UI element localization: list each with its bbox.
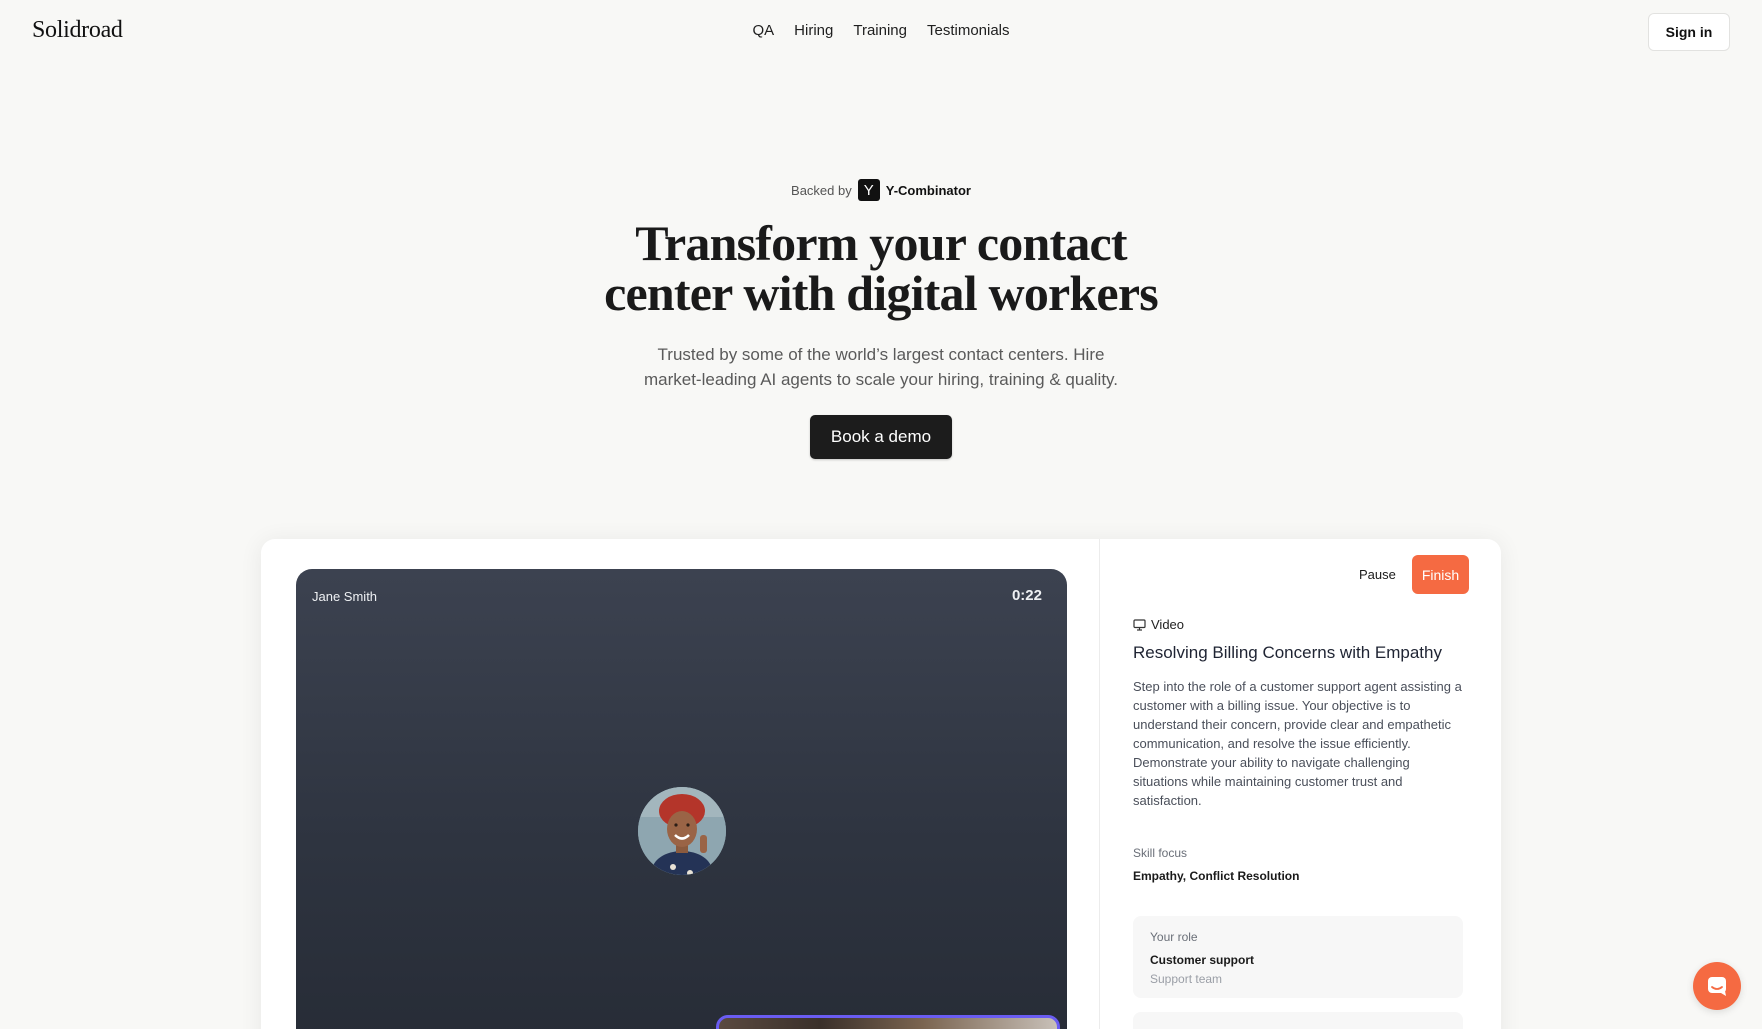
y-combinator-name: Y-Combinator [885, 182, 971, 198]
role-label: Your role [1150, 930, 1198, 944]
call-timer: 0:22 [1011, 587, 1042, 604]
next-info-card [1133, 1012, 1463, 1029]
participant-name: Jane Smith [312, 589, 378, 604]
media-type: Video [1133, 617, 1463, 632]
scenario-title: Resolving Billing Concerns with Empathy [1133, 643, 1442, 662]
hero-title-line-1: Transform your contact [635, 215, 1127, 271]
participant-avatar [638, 787, 726, 875]
video-call-panel: Jane Smith 0:22 [296, 569, 1067, 1029]
nav-link-testimonials[interactable]: Testimonials [927, 22, 1010, 39]
skill-focus-value: Empathy, Conflict Resolution [1133, 869, 1300, 883]
y-combinator-logo-icon: Y [857, 179, 880, 201]
finish-button[interactable]: Finish [1412, 555, 1469, 594]
product-demo-card: Jane Smith 0:22 Pause Finish Video Resol… [261, 539, 1501, 1029]
pause-button[interactable]: Pause [1359, 567, 1396, 582]
chat-launcher-button[interactable] [1693, 962, 1741, 1010]
main-nav: QA Hiring Training Testimonials [0, 22, 1762, 40]
skill-focus-label: Skill focus [1133, 846, 1188, 860]
nav-link-qa[interactable]: QA [752, 22, 774, 39]
hero-subtitle-line-1: Trusted by some of the world’s largest c… [657, 345, 1105, 364]
backed-by-label: Backed by [791, 182, 852, 198]
scenario-description: Step into the role of a customer support… [1133, 679, 1462, 808]
backed-by-badge: Backed by Y Y-Combinator [0, 179, 1762, 201]
nav-link-hiring[interactable]: Hiring [794, 22, 833, 39]
hero-subtitle: Trusted by some of the world’s largest c… [0, 342, 1762, 392]
hero-title-line-2: center with digital workers [604, 265, 1159, 321]
page: Solidroad QA Hiring Training Testimonial… [0, 0, 1762, 1029]
sign-in-button[interactable]: Sign in [1648, 13, 1730, 51]
monitor-icon [1133, 618, 1146, 631]
panel-divider [1099, 539, 1100, 1029]
avatar-portrait-icon [638, 787, 726, 875]
role-value: Customer support [1150, 953, 1255, 967]
hero-subtitle-line-2: market-leading AI agents to scale your h… [643, 370, 1119, 389]
media-type-label: Video [1151, 617, 1185, 632]
nav-link-training[interactable]: Training [853, 22, 907, 39]
scenario-panel: Video Resolving Billing Concerns with Em… [1133, 617, 1463, 1029]
role-team: Support team [1150, 972, 1223, 986]
hero-title: Transform your contact center with digit… [0, 218, 1762, 318]
logo[interactable]: Solidroad [32, 17, 123, 44]
book-demo-button[interactable]: Book a demo [810, 415, 952, 459]
self-view-video [716, 1015, 1060, 1029]
chat-bubble-icon [1708, 977, 1726, 996]
role-card: Your role Customer support Support team [1133, 916, 1463, 998]
